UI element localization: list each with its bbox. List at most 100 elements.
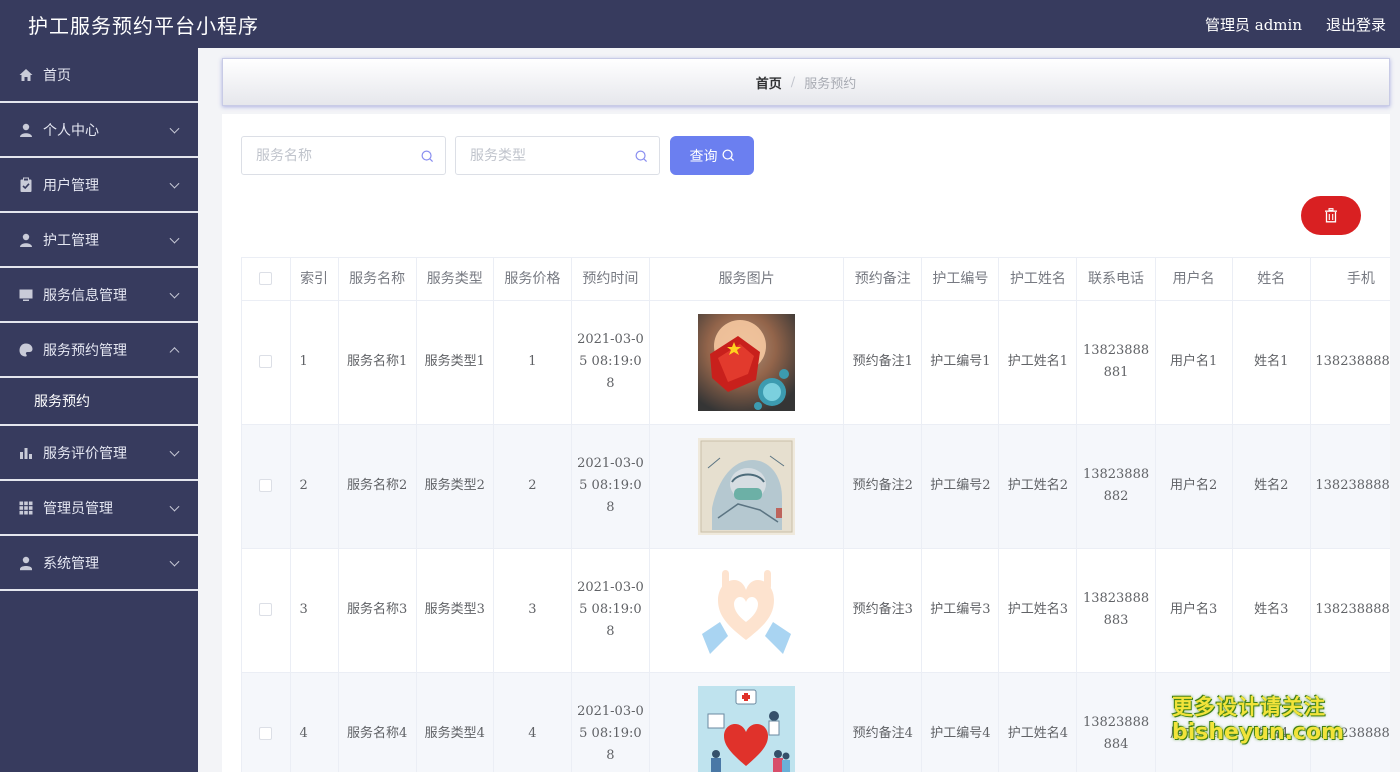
sidebar-item-label: 服务预约管理 xyxy=(43,342,127,359)
cell-booking-time: 2021-03-05 08:19:08 xyxy=(571,548,650,673)
cell-service-image xyxy=(649,672,845,772)
cell-index: 1 xyxy=(290,300,339,425)
column-header: 联系电话 xyxy=(1076,258,1156,301)
watermark-line2: bisheyun.com xyxy=(1172,720,1345,745)
breadcrumb-home[interactable]: 首页 xyxy=(756,73,782,92)
bar-chart-icon xyxy=(20,447,32,459)
sidebar-item-service-info[interactable]: 服务信息管理 xyxy=(0,268,198,323)
cell-service-type: 服务类型2 xyxy=(416,424,494,549)
sidebar-item-personal-center[interactable]: 个人中心 xyxy=(0,103,198,158)
sidebar-item-label: 系统管理 xyxy=(43,555,99,572)
top-bar: 护工服务预约平台小程序 管理员 admin 退出登录 xyxy=(0,0,1400,48)
home-icon xyxy=(19,68,33,81)
fist-virus-image xyxy=(698,313,796,411)
sidebar-item-label: 个人中心 xyxy=(43,122,99,139)
table-row: 1 服务名称1 服务类型1 1 2021-03-05 08:19:08 预约备注… xyxy=(242,300,1390,425)
cell-service-image xyxy=(649,424,845,549)
search-icon xyxy=(721,149,734,162)
cell-worker-name: 护工姓名1 xyxy=(998,300,1078,425)
sidebar-item-booking-management[interactable]: 服务预约管理 xyxy=(0,323,198,378)
main-content: 查询 索引 服务名称 服务类型 服务价格 预约时间 服务图片 预约备注 护工编号 xyxy=(222,114,1390,772)
column-header: 用户名 xyxy=(1155,258,1233,301)
breadcrumb: 首页 / 服务预约 xyxy=(222,58,1390,106)
sidebar-item-label: 服务评价管理 xyxy=(43,445,127,462)
service-type-input[interactable] xyxy=(470,137,630,174)
table-header-row: 索引 服务名称 服务类型 服务价格 预约时间 服务图片 预约备注 护工编号 护工… xyxy=(242,258,1390,301)
column-header: 手机 xyxy=(1310,258,1390,301)
column-header: 索引 xyxy=(290,258,339,301)
trash-icon xyxy=(1325,208,1337,223)
cell-service-price: 4 xyxy=(493,672,572,772)
current-user: 管理员 admin xyxy=(1204,15,1302,34)
sidebar-item-label: 护工管理 xyxy=(43,232,99,249)
query-button-label: 查询 xyxy=(689,148,718,165)
palette-icon xyxy=(19,343,33,356)
sidebar-item-system-management[interactable]: 系统管理 xyxy=(0,536,198,591)
cell-index: 2 xyxy=(290,424,339,549)
cell-service-type: 服务类型1 xyxy=(416,300,494,425)
sidebar-subitem-label: 服务预约 xyxy=(34,394,90,410)
table-row: 3 服务名称3 服务类型3 3 2021-03-05 08:19:08 预约备注… xyxy=(242,548,1390,673)
search-icon xyxy=(635,150,648,163)
chevron-down-icon xyxy=(169,123,180,134)
clipboard-icon xyxy=(20,177,32,192)
column-header: 护工编号 xyxy=(921,258,1000,301)
row-checkbox[interactable] xyxy=(259,603,273,616)
row-select-cell xyxy=(242,672,291,772)
logout-link[interactable]: 退出登录 xyxy=(1326,14,1386,35)
cell-phone: 13823888882 xyxy=(1076,424,1156,549)
sidebar-item-worker-management[interactable]: 护工管理 xyxy=(0,213,198,268)
cell-index: 3 xyxy=(290,548,339,673)
service-name-input[interactable] xyxy=(256,137,416,174)
column-header: 服务类型 xyxy=(416,258,494,301)
select-all-cell xyxy=(242,258,291,301)
cell-service-name: 服务名称2 xyxy=(338,424,417,549)
column-header: 服务图片 xyxy=(649,258,845,301)
cell-realname: 姓名2 xyxy=(1232,424,1311,549)
sidebar-subitem-service-booking[interactable]: 服务预约 xyxy=(0,378,198,426)
cell-username: 用户名3 xyxy=(1155,548,1233,673)
person-icon xyxy=(20,233,32,247)
row-checkbox[interactable] xyxy=(259,355,273,368)
chevron-down-icon xyxy=(169,233,180,244)
cell-phone: 13823888883 xyxy=(1076,548,1156,673)
column-header: 服务名称 xyxy=(338,258,417,301)
row-checkbox[interactable] xyxy=(259,479,273,492)
sidebar-item-user-management[interactable]: 用户管理 xyxy=(0,158,198,213)
sidebar-item-admin-management[interactable]: 管理员管理 xyxy=(0,481,198,536)
cell-service-type: 服务类型3 xyxy=(416,548,494,673)
chevron-down-icon xyxy=(169,446,180,457)
row-checkbox[interactable] xyxy=(259,727,273,740)
cell-service-image xyxy=(649,300,845,425)
cell-mobile: 13823888881 xyxy=(1310,300,1390,425)
delete-button[interactable] xyxy=(1301,196,1361,235)
column-header: 服务价格 xyxy=(493,258,572,301)
row-select-cell xyxy=(242,424,291,549)
sidebar-item-label: 首页 xyxy=(43,67,71,84)
heart-hands-image xyxy=(698,561,796,659)
sidebar-item-label: 服务信息管理 xyxy=(43,287,127,304)
select-all-checkbox[interactable] xyxy=(259,272,273,286)
cell-phone: 13823888884 xyxy=(1076,672,1156,772)
sidebar-item-review-management[interactable]: 服务评价管理 xyxy=(0,426,198,481)
sidebar-item-home[interactable]: 首页 xyxy=(0,48,198,103)
cell-worker-no: 护工编号4 xyxy=(921,672,1000,772)
cell-booking-time: 2021-03-05 08:19:08 xyxy=(571,424,650,549)
chevron-down-icon xyxy=(169,178,180,189)
cell-booking-time: 2021-03-05 08:19:08 xyxy=(571,300,650,425)
doctor-sketch-image xyxy=(698,437,796,535)
cell-service-price: 1 xyxy=(493,300,572,425)
query-button[interactable]: 查询 xyxy=(670,136,754,175)
row-select-cell xyxy=(242,548,291,673)
cell-worker-no: 护工编号2 xyxy=(921,424,1000,549)
breadcrumb-separator: / xyxy=(790,74,796,90)
cell-remark: 预约备注1 xyxy=(843,300,923,425)
service-type-search xyxy=(455,136,660,175)
chevron-down-icon xyxy=(169,501,180,512)
chevron-up-icon xyxy=(169,346,180,357)
cell-worker-no: 护工编号1 xyxy=(921,300,1000,425)
cell-service-price: 3 xyxy=(493,548,572,673)
cell-worker-name: 护工姓名4 xyxy=(998,672,1078,772)
cell-phone: 13823888881 xyxy=(1076,300,1156,425)
cell-service-name: 服务名称4 xyxy=(338,672,417,772)
